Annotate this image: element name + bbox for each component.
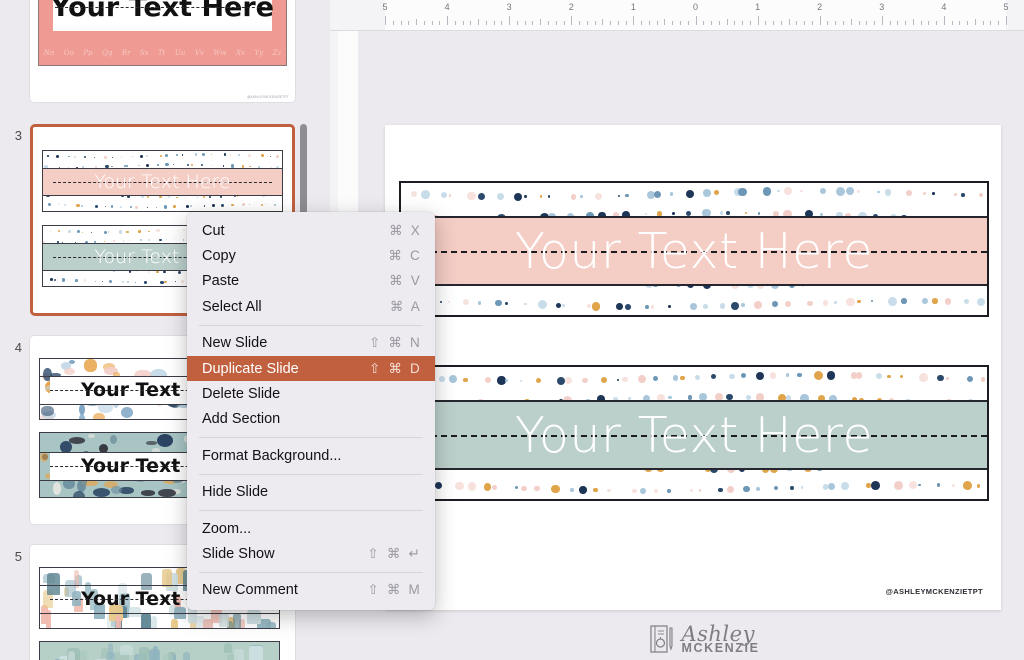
- slide-watermark: @ASHLEYMCKENZIETPT: [885, 587, 983, 596]
- menu-item-duplicate-slide[interactable]: Duplicate Slide ⇧ ⌘ D: [187, 355, 435, 382]
- menu-item-copy-label: Copy: [202, 248, 236, 265]
- ruler-tick-5: 5: [382, 2, 388, 12]
- ruler-tick-4: 4: [444, 2, 450, 12]
- alphabet-letter: Ww: [213, 49, 227, 57]
- alphabet-letter: Ss: [139, 49, 149, 57]
- ruler-tick-3: 3: [506, 2, 512, 12]
- alphabet-letter: Uu: [174, 49, 186, 57]
- alphabet-letter: Oo: [63, 49, 74, 57]
- menu-item-zoom-label: Zoom...: [202, 520, 252, 537]
- menu-item-new-comment[interactable]: New Comment ⇧ ⌘ M: [187, 578, 435, 603]
- main-banner-2[interactable]: Your Text Here: [399, 365, 989, 501]
- menu-item-cut-label: Cut: [202, 222, 225, 239]
- logo-sub-text: MCKENZIE: [681, 640, 760, 655]
- menu-item-cut[interactable]: Cut ⌘ X: [187, 218, 435, 243]
- main-banner-1-text: Your Text Here: [514, 222, 874, 280]
- menu-item-add-section[interactable]: Add Section: [187, 407, 435, 432]
- alphabet-line-bottom: Nn Oo Pp Qq Rr Ss Tt Uu Vv Ww Xx Yy Zz: [39, 47, 286, 59]
- main-banner-1[interactable]: Your Text Here: [399, 181, 989, 317]
- menu-item-select-all-label: Select All: [202, 298, 262, 315]
- menu-item-slide-show[interactable]: Slide Show ⇧ ⌘ ↵: [187, 541, 435, 566]
- alphabet-letter: Yy: [254, 49, 264, 57]
- slide-2-text-box: Your Text Here: [51, 0, 274, 31]
- alphabet-letter: Xx: [236, 49, 245, 57]
- slide-number-4: 4: [14, 340, 22, 355]
- menu-item-add-section-label: Add Section: [202, 411, 281, 428]
- menu-item-new-comment-shortcut: ⇧ ⌘ M: [367, 582, 422, 598]
- alphabet-letter: Zz: [272, 49, 282, 57]
- horizontal-ruler[interactable]: 5 4 3 2 1 0 1 2 3 4 5: [330, 0, 1024, 31]
- menu-item-new-slide-shortcut: ⇧ ⌘ N: [368, 335, 422, 351]
- notebook-apple-icon: [649, 625, 673, 653]
- slide-number-3: 3: [14, 128, 22, 143]
- menu-separator: [199, 437, 423, 439]
- ruler-tick-2: 2: [817, 2, 823, 12]
- slide-canvas[interactable]: Your Text Here Your Text Here @ASHLEYMCK…: [385, 125, 1001, 610]
- main-banner-1-strip: Your Text Here: [401, 216, 987, 286]
- ruler-tick-4: 4: [941, 2, 947, 12]
- menu-item-hide-slide[interactable]: Hide Slide: [187, 480, 435, 505]
- ruler-tick-3: 3: [879, 2, 885, 12]
- slide-number-5: 5: [14, 549, 22, 564]
- menu-item-select-all[interactable]: Select All ⌘ A: [187, 294, 435, 319]
- menu-separator: [199, 571, 423, 573]
- ruler-tick-1: 1: [630, 2, 636, 12]
- menu-item-delete-slide-label: Delete Slide: [202, 386, 281, 403]
- menu-item-paste-shortcut: ⌘ V: [389, 273, 422, 289]
- slide-context-menu[interactable]: Cut ⌘ X Copy ⌘ C Paste ⌘ V Select All ⌘ A New Sl…: [187, 212, 435, 611]
- menu-item-duplicate-slide-shortcut: ⇧ ⌘ D: [368, 360, 422, 376]
- menu-item-copy-shortcut: ⌘ C: [388, 248, 422, 264]
- alphabet-letter: Pp: [83, 49, 93, 57]
- menu-item-format-background[interactable]: Format Background...: [187, 443, 435, 468]
- menu-item-slide-show-shortcut: ⇧ ⌘ ↵: [367, 545, 422, 561]
- alphabet-letter: Tt: [157, 49, 166, 57]
- menu-separator: [199, 473, 423, 475]
- alphabet-letter: Rr: [121, 49, 131, 57]
- thumbnail-row-2[interactable]: AaBbCcDdEeFfGgHhIiJjKkLlMm Your Text Her…: [0, 0, 330, 102]
- menu-item-format-background-label: Format Background...: [202, 447, 342, 464]
- slide-2-thumbnail[interactable]: AaBbCcDdEeFfGgHhIiJjKkLlMm Your Text Her…: [30, 0, 295, 102]
- alphabet-letter: Nn: [43, 49, 55, 57]
- menu-item-paste-label: Paste: [202, 273, 240, 290]
- slide-2-banner: AaBbCcDdEeFfGgHhIiJjKkLlMm Your Text Her…: [38, 0, 287, 66]
- ashley-mckenzie-logo: Ashley MCKENZIE: [649, 623, 760, 655]
- canvas-wrapper: Your Text Here Your Text Here @ASHLEYMCK…: [385, 32, 1024, 660]
- slide-3-banner-1: Your Text Here: [42, 150, 283, 212]
- menu-item-new-slide-label: New Slide: [202, 335, 268, 352]
- menu-item-delete-slide[interactable]: Delete Slide: [187, 381, 435, 406]
- alphabet-letter: Qq: [102, 49, 113, 57]
- menu-separator: [199, 324, 423, 326]
- menu-item-duplicate-slide-label: Duplicate Slide: [202, 360, 299, 377]
- ruler-tick-0: 0: [692, 2, 699, 12]
- menu-item-zoom[interactable]: Zoom...: [187, 516, 435, 541]
- main-banner-2-strip: Your Text Here: [401, 400, 987, 470]
- alphabet-letter: Vv: [194, 49, 204, 57]
- menu-item-select-all-shortcut: ⌘ A: [389, 298, 422, 314]
- menu-item-cut-shortcut: ⌘ X: [389, 222, 422, 238]
- ruler-tick-5: 5: [1003, 2, 1009, 12]
- powerpoint-window: AaBbCcDdEeFfGgHhIiJjKkLlMm Your Text Her…: [0, 0, 1024, 660]
- ruler-tick-1: 1: [755, 2, 761, 12]
- slide-2-text: Your Text Here: [51, 0, 274, 23]
- menu-item-slide-show-label: Slide Show: [202, 545, 275, 562]
- slide-2-watermark: @ASHLEYMCKENZIETPT: [247, 95, 289, 99]
- menu-item-hide-slide-label: Hide Slide: [202, 484, 269, 501]
- menu-item-paste[interactable]: Paste ⌘ V: [187, 269, 435, 294]
- menu-separator: [199, 509, 423, 511]
- slide-5-banner-2: [39, 641, 280, 660]
- menu-item-new-slide[interactable]: New Slide ⇧ ⌘ N: [187, 331, 435, 356]
- menu-item-new-comment-label: New Comment: [202, 582, 298, 599]
- ruler-tick-2: 2: [568, 2, 574, 12]
- menu-item-copy[interactable]: Copy ⌘ C: [187, 243, 435, 268]
- main-banner-2-text: Your Text Here: [514, 406, 874, 464]
- slide-3-banner-1-text: Your Text Here: [94, 171, 231, 193]
